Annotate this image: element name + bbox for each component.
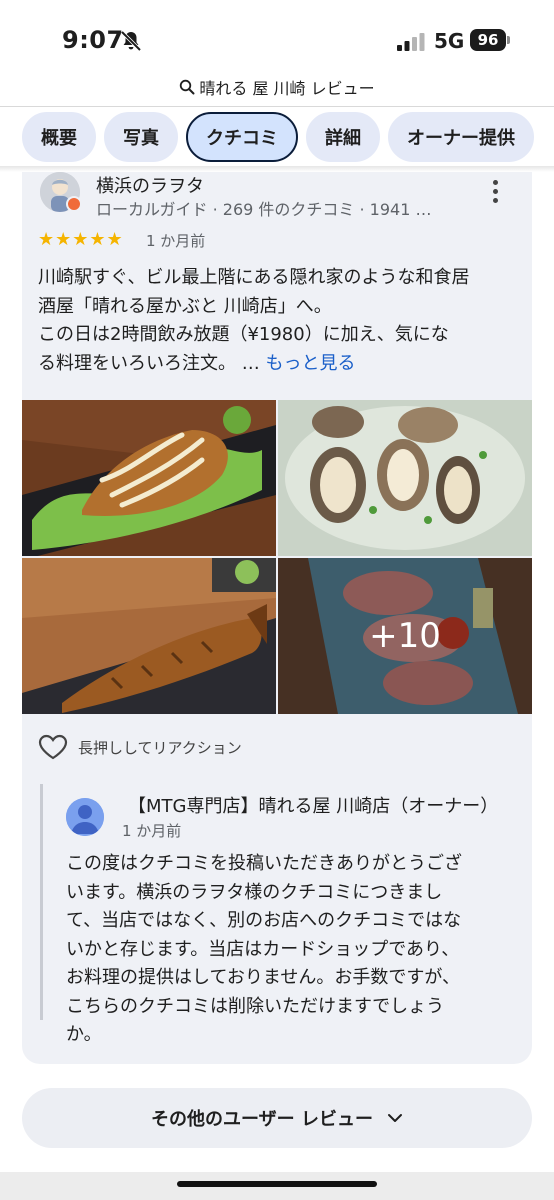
search-icon (180, 79, 195, 95)
review-photo[interactable] (22, 400, 276, 556)
photo-fried-chicken (22, 400, 276, 556)
search-query-bar[interactable]: 晴れる 屋 川崎 レビュー (0, 72, 554, 102)
reaction-label: 長押ししてリアクション (78, 738, 242, 757)
status-bar: 9:07 5G 96 (0, 0, 554, 70)
photo-more-count: +10 (369, 616, 441, 656)
rating-stars: ★★★★★ (38, 229, 124, 250)
owner-reply-line: いかと存じます。当店はカードショップであり、 (66, 938, 460, 960)
review-text-line-end: る料理をいろいろ注文。 … (38, 352, 266, 374)
tab-details[interactable]: 詳細 (306, 112, 380, 162)
photo-grilled-fish (22, 558, 276, 714)
tab-bar: 概要 写真 クチコミ 詳細 オーナー提供 (22, 112, 534, 162)
owner-name: 【MTG専門店】晴れる屋 川崎店（オーナー） (128, 796, 499, 817)
other-reviews-label: その他のユーザー レビュー (151, 1109, 373, 1130)
review-date: 1 か月前 (146, 232, 206, 250)
review-text-line: る料理をいろいろ注文。 … もっと見る (38, 350, 524, 379)
tab-owner-provided[interactable]: オーナー提供 (388, 112, 534, 162)
review-photo-more[interactable]: +10 (278, 558, 532, 714)
owner-reply-line: います。横浜のラヲタ様のクチコミにつきまし (66, 881, 443, 903)
review-text: 川崎駅すぐ、ビル最上階にある隠れ家のような和食居 酒屋「晴れる屋かぶと 川崎店」… (38, 264, 524, 378)
review-text-line: 川崎駅すぐ、ビル最上階にある隠れ家のような和食居 (38, 267, 470, 288)
reviewer-meta: ローカルガイド · 269 件のクチコミ · 1941 … (96, 200, 432, 219)
review-photo[interactable] (278, 400, 532, 556)
person-icon (66, 798, 104, 836)
signal-bars-icon (397, 33, 425, 51)
status-time: 9:07 (62, 26, 124, 54)
owner-reply-line: か。 (66, 1024, 102, 1045)
battery-level: 96 (470, 29, 506, 51)
owner-reply-line: こちらのクチコミは削除いただけますでしょう (66, 995, 445, 1017)
owner-reply-line: て、当店ではなく、別のお店へのクチコミではな (66, 910, 462, 931)
owner-avatar (66, 798, 104, 836)
reaction-row[interactable]: 長押ししてリアクション (38, 732, 242, 762)
network-type: 5G (434, 29, 465, 53)
review-photo-grid: +10 (22, 400, 532, 716)
owner-reply-date: 1 か月前 (122, 822, 182, 840)
tab-reviews[interactable]: クチコミ (186, 112, 298, 162)
review-text-line: 酒屋「晴れる屋かぶと 川崎店」へ。 (38, 295, 332, 317)
tab-photos[interactable]: 写真 (104, 112, 178, 162)
review-photo[interactable] (22, 558, 276, 714)
tab-overview[interactable]: 概要 (22, 112, 96, 162)
owner-reply-line: この度はクチコミを投稿いただきありがとうござ (66, 853, 462, 874)
review-text-line: この日は2時間飲み放題（¥1980）に加え、気にな (38, 324, 449, 345)
owner-reply-indent-bar (40, 784, 43, 1020)
owner-reply-text: この度はクチコミを投稿いただきありがとうござ います。横浜のラヲタ様のクチコミに… (66, 850, 526, 1050)
review-card: 横浜のラヲタ ローカルガイド · 269 件のクチコミ · 1941 … ★★★… (22, 172, 532, 1064)
reviewer-name[interactable]: 横浜のラヲタ (96, 172, 204, 198)
divider (0, 106, 554, 107)
bell-slash-icon (120, 30, 142, 52)
chevron-down-icon (387, 1114, 402, 1122)
owner-reply-line: お料理の提供はしておりません。お手数ですが、 (66, 967, 461, 988)
home-indicator[interactable] (177, 1181, 377, 1187)
local-guide-badge-icon (66, 196, 82, 212)
heart-outline-icon (38, 734, 68, 760)
search-query-text: 晴れる 屋 川崎 レビュー (199, 79, 375, 98)
more-options-icon[interactable] (490, 180, 500, 206)
other-reviews-button[interactable]: その他のユーザー レビュー (22, 1088, 532, 1148)
photo-clams (278, 400, 532, 556)
read-more-link[interactable]: もっと見る (265, 353, 355, 374)
battery-tip (507, 36, 510, 44)
